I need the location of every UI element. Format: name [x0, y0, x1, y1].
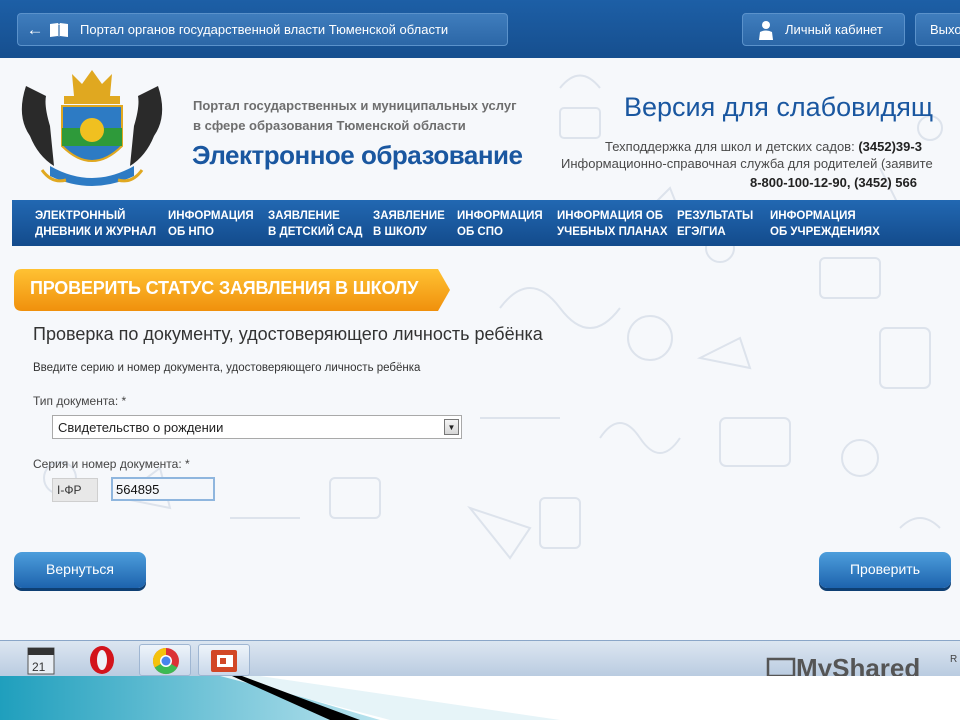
document-series-field: I-ФР — [52, 478, 98, 502]
back-button[interactable]: Вернуться — [14, 552, 146, 588]
page-content: Портал государственных и муниципальных у… — [0, 58, 960, 640]
nav-item-npo-info[interactable]: ИНФОРМАЦИЯ ОБ НПО — [168, 208, 254, 240]
open-book-icon — [50, 22, 68, 38]
info-service-line: Информационно-справочная служба для роди… — [561, 156, 933, 171]
hotline-phones: 8-800-100-12-90, (3452) 566 — [750, 175, 917, 190]
exit-label: Выхо — [930, 22, 960, 37]
document-type-label: Тип документа: * — [33, 394, 127, 408]
calendar-app-icon[interactable]: 21 — [22, 644, 74, 676]
check-button[interactable]: Проверить — [819, 552, 951, 588]
form-hint: Введите серию и номер документа, удостов… — [33, 362, 421, 374]
personal-cabinet-label: Личный кабинет — [785, 22, 883, 37]
powerpoint-icon[interactable] — [198, 644, 250, 676]
opera-browser-icon[interactable] — [76, 644, 128, 676]
portal-title: Портал органов государственной власти Тю… — [80, 22, 449, 37]
document-number-input[interactable]: 564895 — [111, 477, 215, 501]
tech-support-phone: (3452)39-3 — [858, 139, 922, 154]
back-arrow-icon: ← — [26, 19, 44, 39]
chrome-browser-icon[interactable] — [139, 644, 191, 676]
header-subtitle-line2: в сфере образования Тюменской области — [193, 118, 466, 133]
document-type-selected-value: Свидетельство о рождении — [58, 420, 224, 435]
user-icon — [759, 20, 773, 40]
portal-home-link[interactable]: ← Портал органов государственной власти … — [17, 13, 508, 46]
document-number-label: Серия и номер документа: * — [33, 457, 190, 471]
portal-top-bar: ← Портал органов государственной власти … — [0, 0, 960, 58]
tyumen-region-crest-logo — [21, 70, 163, 186]
dropdown-arrow-icon[interactable]: ▼ — [444, 419, 459, 435]
site-title: Электронное образование — [192, 140, 523, 170]
tech-support-label: Техподдержка для школ и детских садов: — [605, 139, 855, 154]
svg-text:21: 21 — [32, 660, 46, 674]
nav-item-school-application[interactable]: ЗАЯВЛЕНИЕ В ШКОЛУ — [373, 208, 445, 240]
personal-cabinet-button[interactable]: Личный кабинет — [742, 13, 905, 46]
system-tray-text: R — [950, 654, 958, 665]
section-banner-title: ПРОВЕРИТЬ СТАТУС ЗАЯВЛЕНИЯ В ШКОЛУ — [30, 278, 419, 298]
document-type-select[interactable]: Свидетельство о рождении ▼ — [52, 415, 462, 439]
nav-item-electronic-diary[interactable]: ЭЛЕКТРОННЫЙ ДНЕВНИК И ЖУРНАЛ — [35, 208, 156, 240]
main-navigation: ЭЛЕКТРОННЫЙ ДНЕВНИК И ЖУРНАЛ ИНФОРМАЦИЯ ОБ… — [12, 200, 960, 246]
nav-item-institutions-info[interactable]: ИНФОРМАЦИЯ ОБ УЧРЕЖДЕНИЯХ — [770, 208, 880, 240]
nav-item-spo-info[interactable]: ИНФОРМАЦИЯ ОБ СПО — [457, 208, 543, 240]
nav-item-curriculum-info[interactable]: ИНФОРМАЦИЯ ОБ УЧЕБНЫХ ПЛАНАХ — [557, 208, 668, 240]
nav-item-kindergarten-application[interactable]: ЗАЯВЛЕНИЕ В ДЕТСКИЙ САД — [268, 208, 362, 240]
nav-item-exam-results[interactable]: РЕЗУЛЬТАТЫ ЕГЭ/ГИА — [677, 208, 753, 240]
header-subtitle-line1: Портал государственных и муниципальных у… — [193, 98, 517, 113]
low-vision-version-link[interactable]: Версия для слабовидящ — [624, 92, 933, 123]
exit-button[interactable]: Выхо — [915, 13, 960, 46]
tech-support-line: Техподдержка для школ и детских садов: (… — [605, 139, 922, 154]
slide-footer-decoration — [0, 676, 960, 720]
form-title: Проверка по документу, удостоверяющего л… — [33, 324, 543, 344]
